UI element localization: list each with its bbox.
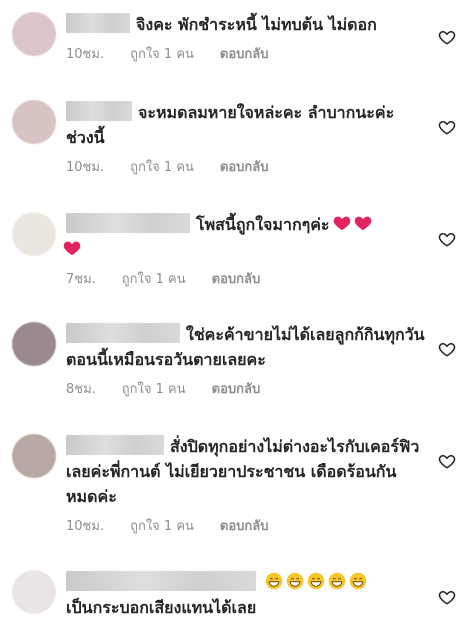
comment-text-line: สั่งปิดทุกอย่างไม่ต่างอะไรกับเคอร์ฟิวเลย… [66,434,426,509]
avatar[interactable] [12,100,56,144]
heart-outline-icon[interactable] [438,118,456,136]
comment-text-line [66,570,426,595]
comment-text: จิงคะ พักชำระหนี้ ไม่ทบต้น ไม่ดอก [136,15,377,34]
grinning-face-emoji [265,572,283,590]
reply-button[interactable]: ตอบกลับ [212,378,261,399]
avatar[interactable] [12,322,56,366]
comment-body: สั่งปิดทุกอย่างไม่ต่างอะไรกับเคอร์ฟิวเลย… [66,434,426,536]
comment-meta: 10ชม. ถูกใจ 1 คน ตอบกลับ [66,156,426,177]
comment-body: ใช่คะค้าขายไม่ได้เลยลูกก้กินทุกวันตอนนี้… [66,322,426,399]
reply-button[interactable]: ตอบกลับ [220,156,269,177]
username-redacted[interactable] [66,323,180,343]
heart-outline-icon[interactable] [438,340,456,358]
comment-time: 10ชม. [66,160,105,175]
comment-likes[interactable]: ถูกใจ 1 คน [122,268,186,289]
avatar[interactable] [12,434,56,478]
comment-text: โพสนี้ถูกใจมากๆค่ะ [196,215,330,234]
red-heart-emoji [333,214,351,232]
comment-meta: 10ชม. ถูกใจ 1 คน ตอบกลับ [66,43,426,64]
grinning-face-emoji [328,572,346,590]
comment-body: เป็นกระบอกเสียงแทนได้เลย [66,570,426,620]
comment-likes[interactable]: ถูกใจ 1 คน [130,156,194,177]
reply-button[interactable]: ตอบกลับ [220,515,269,536]
heart-outline-icon[interactable] [438,28,456,46]
comment-text-line [60,237,426,262]
comment-likes[interactable]: ถูกใจ 1 คน [130,43,194,64]
comment-text-line: จิงคะ พักชำระหนี้ ไม่ทบต้น ไม่ดอก [66,12,426,37]
comment-meta: 8ชม. ถูกใจ 1 คน ตอบกลับ [66,378,426,399]
comment-text-line: จะหมดลมหายใจหล่ะคะ ลำบากนะค่ะ ช่วงนี้ [66,100,426,150]
grinning-face-emoji [349,572,367,590]
comment-time: 10ชม. [66,519,105,534]
comment-text-line: โพสนี้ถูกใจมากๆค่ะ [66,212,426,237]
username-redacted[interactable] [66,13,130,33]
comment-text-line: ใช่คะค้าขายไม่ได้เลยลูกก้กินทุกวันตอนนี้… [66,322,426,372]
comment-text-line: เป็นกระบอกเสียงแทนได้เลย [66,595,426,620]
red-heart-emoji [354,214,372,232]
username-redacted[interactable] [66,435,164,455]
comment-body: โพสนี้ถูกใจมากๆค่ะ 7ชม. ถูกใจ 1 คน ตอบกล… [63,212,426,289]
red-heart-emoji [63,239,81,257]
heart-outline-icon[interactable] [438,230,456,248]
username-redacted[interactable] [66,213,190,233]
comment-meta: 10ชม. ถูกใจ 1 คน ตอบกลับ [66,515,426,536]
username-redacted[interactable] [66,101,132,121]
avatar[interactable] [12,212,56,256]
reply-button[interactable]: ตอบกลับ [220,43,269,64]
heart-outline-icon[interactable] [438,588,456,606]
username-redacted[interactable] [66,571,256,591]
comment-text: เป็นกระบอกเสียงแทนได้เลย [66,598,257,617]
grinning-face-emoji [286,572,304,590]
avatar[interactable] [12,12,56,56]
comment-body: จะหมดลมหายใจหล่ะคะ ลำบากนะค่ะ ช่วงนี้ 10… [66,100,426,177]
comment-body: จิงคะ พักชำระหนี้ ไม่ทบต้น ไม่ดอก 10ชม. … [66,12,426,64]
avatar[interactable] [12,570,56,614]
comment-time: 7ชม. [66,272,96,287]
heart-outline-icon[interactable] [438,452,456,470]
comment-meta: 7ชม. ถูกใจ 1 คน ตอบกลับ [66,268,426,289]
comment-likes[interactable]: ถูกใจ 1 คน [130,515,194,536]
grinning-face-emoji [307,572,325,590]
reply-button[interactable]: ตอบกลับ [212,268,261,289]
comment-time: 8ชม. [66,382,96,397]
comment-likes[interactable]: ถูกใจ 1 คน [122,378,186,399]
comment-time: 10ชม. [66,47,105,62]
